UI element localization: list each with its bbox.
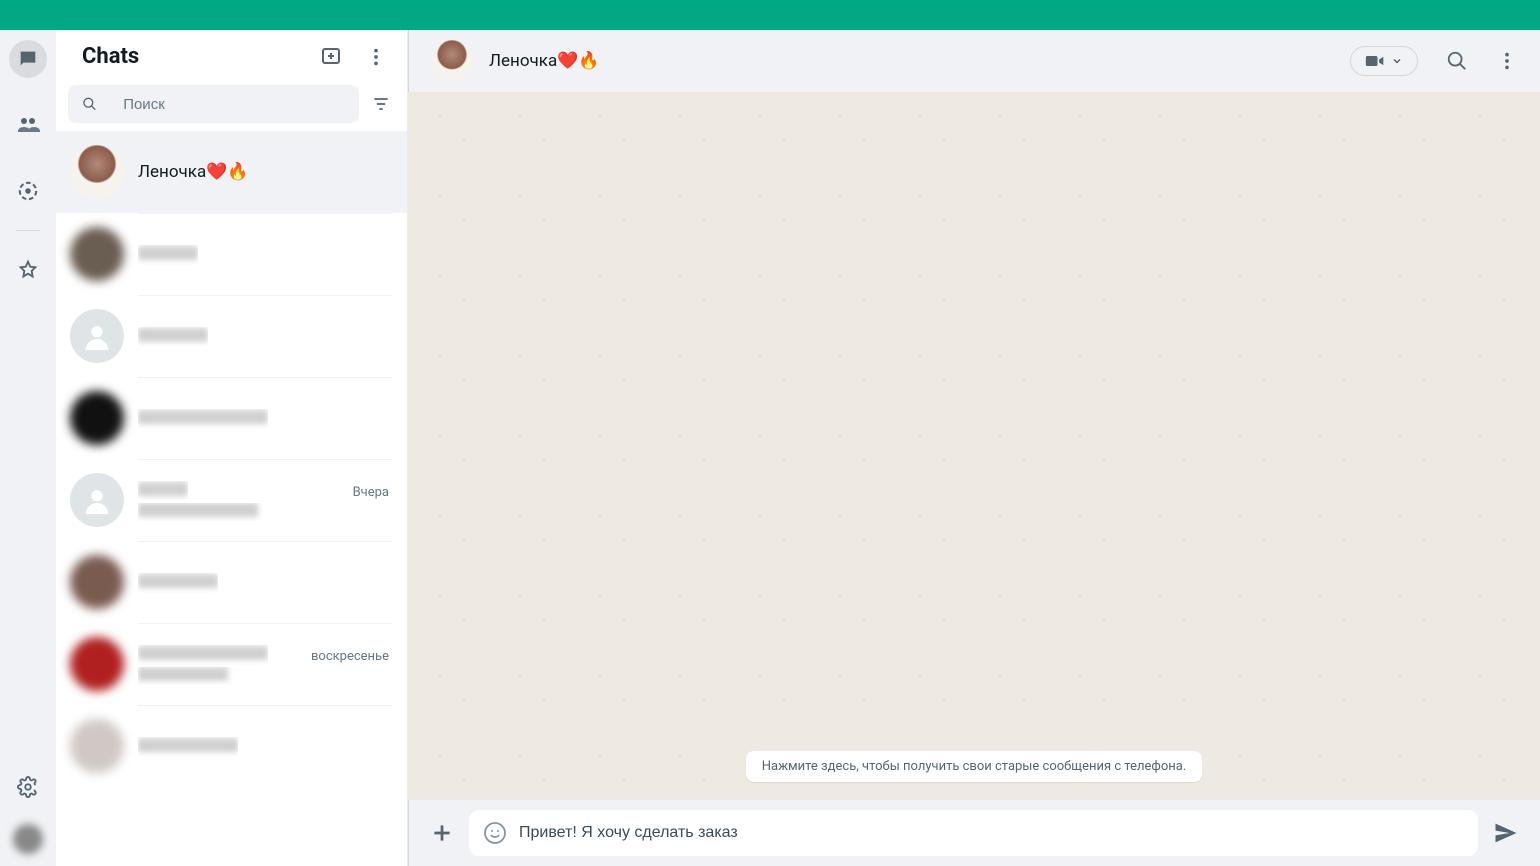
chat-name <box>138 327 208 347</box>
conversation-header[interactable]: Леночка❤️🔥 <box>408 30 1540 92</box>
chat-name <box>138 737 238 757</box>
send-icon[interactable] <box>1492 819 1520 847</box>
composer <box>408 800 1540 866</box>
avatar <box>70 719 124 773</box>
chat-name: Леночка❤️🔥 <box>138 162 249 182</box>
sidebar-title: Chats <box>82 44 139 69</box>
sidebar: Chats <box>56 30 408 866</box>
chat-name <box>138 409 268 429</box>
chat-item[interactable]: воскресенье <box>56 623 407 705</box>
chat-item[interactable] <box>56 377 407 459</box>
avatar <box>70 555 124 609</box>
chat-item[interactable] <box>56 705 407 787</box>
chat-item[interactable] <box>56 213 407 295</box>
main-pane: Леночка❤️🔥 Нажмите здесь, чтобы получить… <box>408 30 1540 866</box>
chat-item[interactable] <box>56 541 407 623</box>
chat-name <box>138 573 218 593</box>
attach-icon[interactable] <box>429 820 455 846</box>
search-conversation-icon[interactable] <box>1446 50 1468 72</box>
chat-item[interactable]: Леночка❤️🔥 <box>56 131 407 213</box>
emoji-icon[interactable] <box>483 821 507 845</box>
avatar <box>70 637 124 691</box>
search-box[interactable] <box>68 85 359 123</box>
status-rail-icon[interactable] <box>9 172 47 210</box>
search-icon <box>82 95 97 113</box>
avatar <box>70 227 124 281</box>
avatar <box>70 145 124 199</box>
conversation-menu-icon[interactable] <box>1496 50 1518 72</box>
starred-rail-icon[interactable] <box>9 251 47 289</box>
message-input[interactable] <box>519 824 1464 842</box>
chat-name <box>138 481 188 501</box>
conversation-area: Нажмите здесь, чтобы получить свои стары… <box>408 92 1540 800</box>
brand-top-bar <box>0 0 1540 30</box>
rail-divider <box>16 230 40 231</box>
menu-icon[interactable] <box>365 46 387 68</box>
communities-rail-icon[interactable] <box>9 106 47 144</box>
settings-rail-icon[interactable] <box>9 768 47 806</box>
chat-item[interactable] <box>56 295 407 377</box>
chat-name <box>138 245 198 265</box>
conversation-avatar <box>431 40 473 82</box>
conversation-title: Леночка❤️🔥 <box>489 51 1350 71</box>
chat-list: Леночка❤️🔥 <box>56 131 407 866</box>
video-call-button[interactable] <box>1350 46 1418 76</box>
load-old-messages-bubble[interactable]: Нажмите здесь, чтобы получить свои стары… <box>746 751 1203 782</box>
chat-preview <box>138 503 389 521</box>
chat-time: Вчера <box>353 485 389 500</box>
filter-icon[interactable] <box>365 88 397 120</box>
chats-rail-icon[interactable] <box>9 40 47 78</box>
video-icon <box>1365 53 1385 69</box>
avatar <box>70 391 124 445</box>
chat-item[interactable]: Вчера <box>56 459 407 541</box>
chevron-down-icon <box>1391 55 1403 67</box>
profile-avatar[interactable] <box>13 824 43 854</box>
conversation-background <box>408 92 1540 800</box>
nav-rail <box>0 30 56 866</box>
chat-preview <box>138 667 389 685</box>
new-chat-icon[interactable] <box>319 45 343 69</box>
avatar <box>70 309 124 363</box>
chat-time: воскресенье <box>311 649 389 664</box>
avatar <box>70 473 124 527</box>
chat-name <box>138 645 268 665</box>
search-input[interactable] <box>123 96 345 113</box>
